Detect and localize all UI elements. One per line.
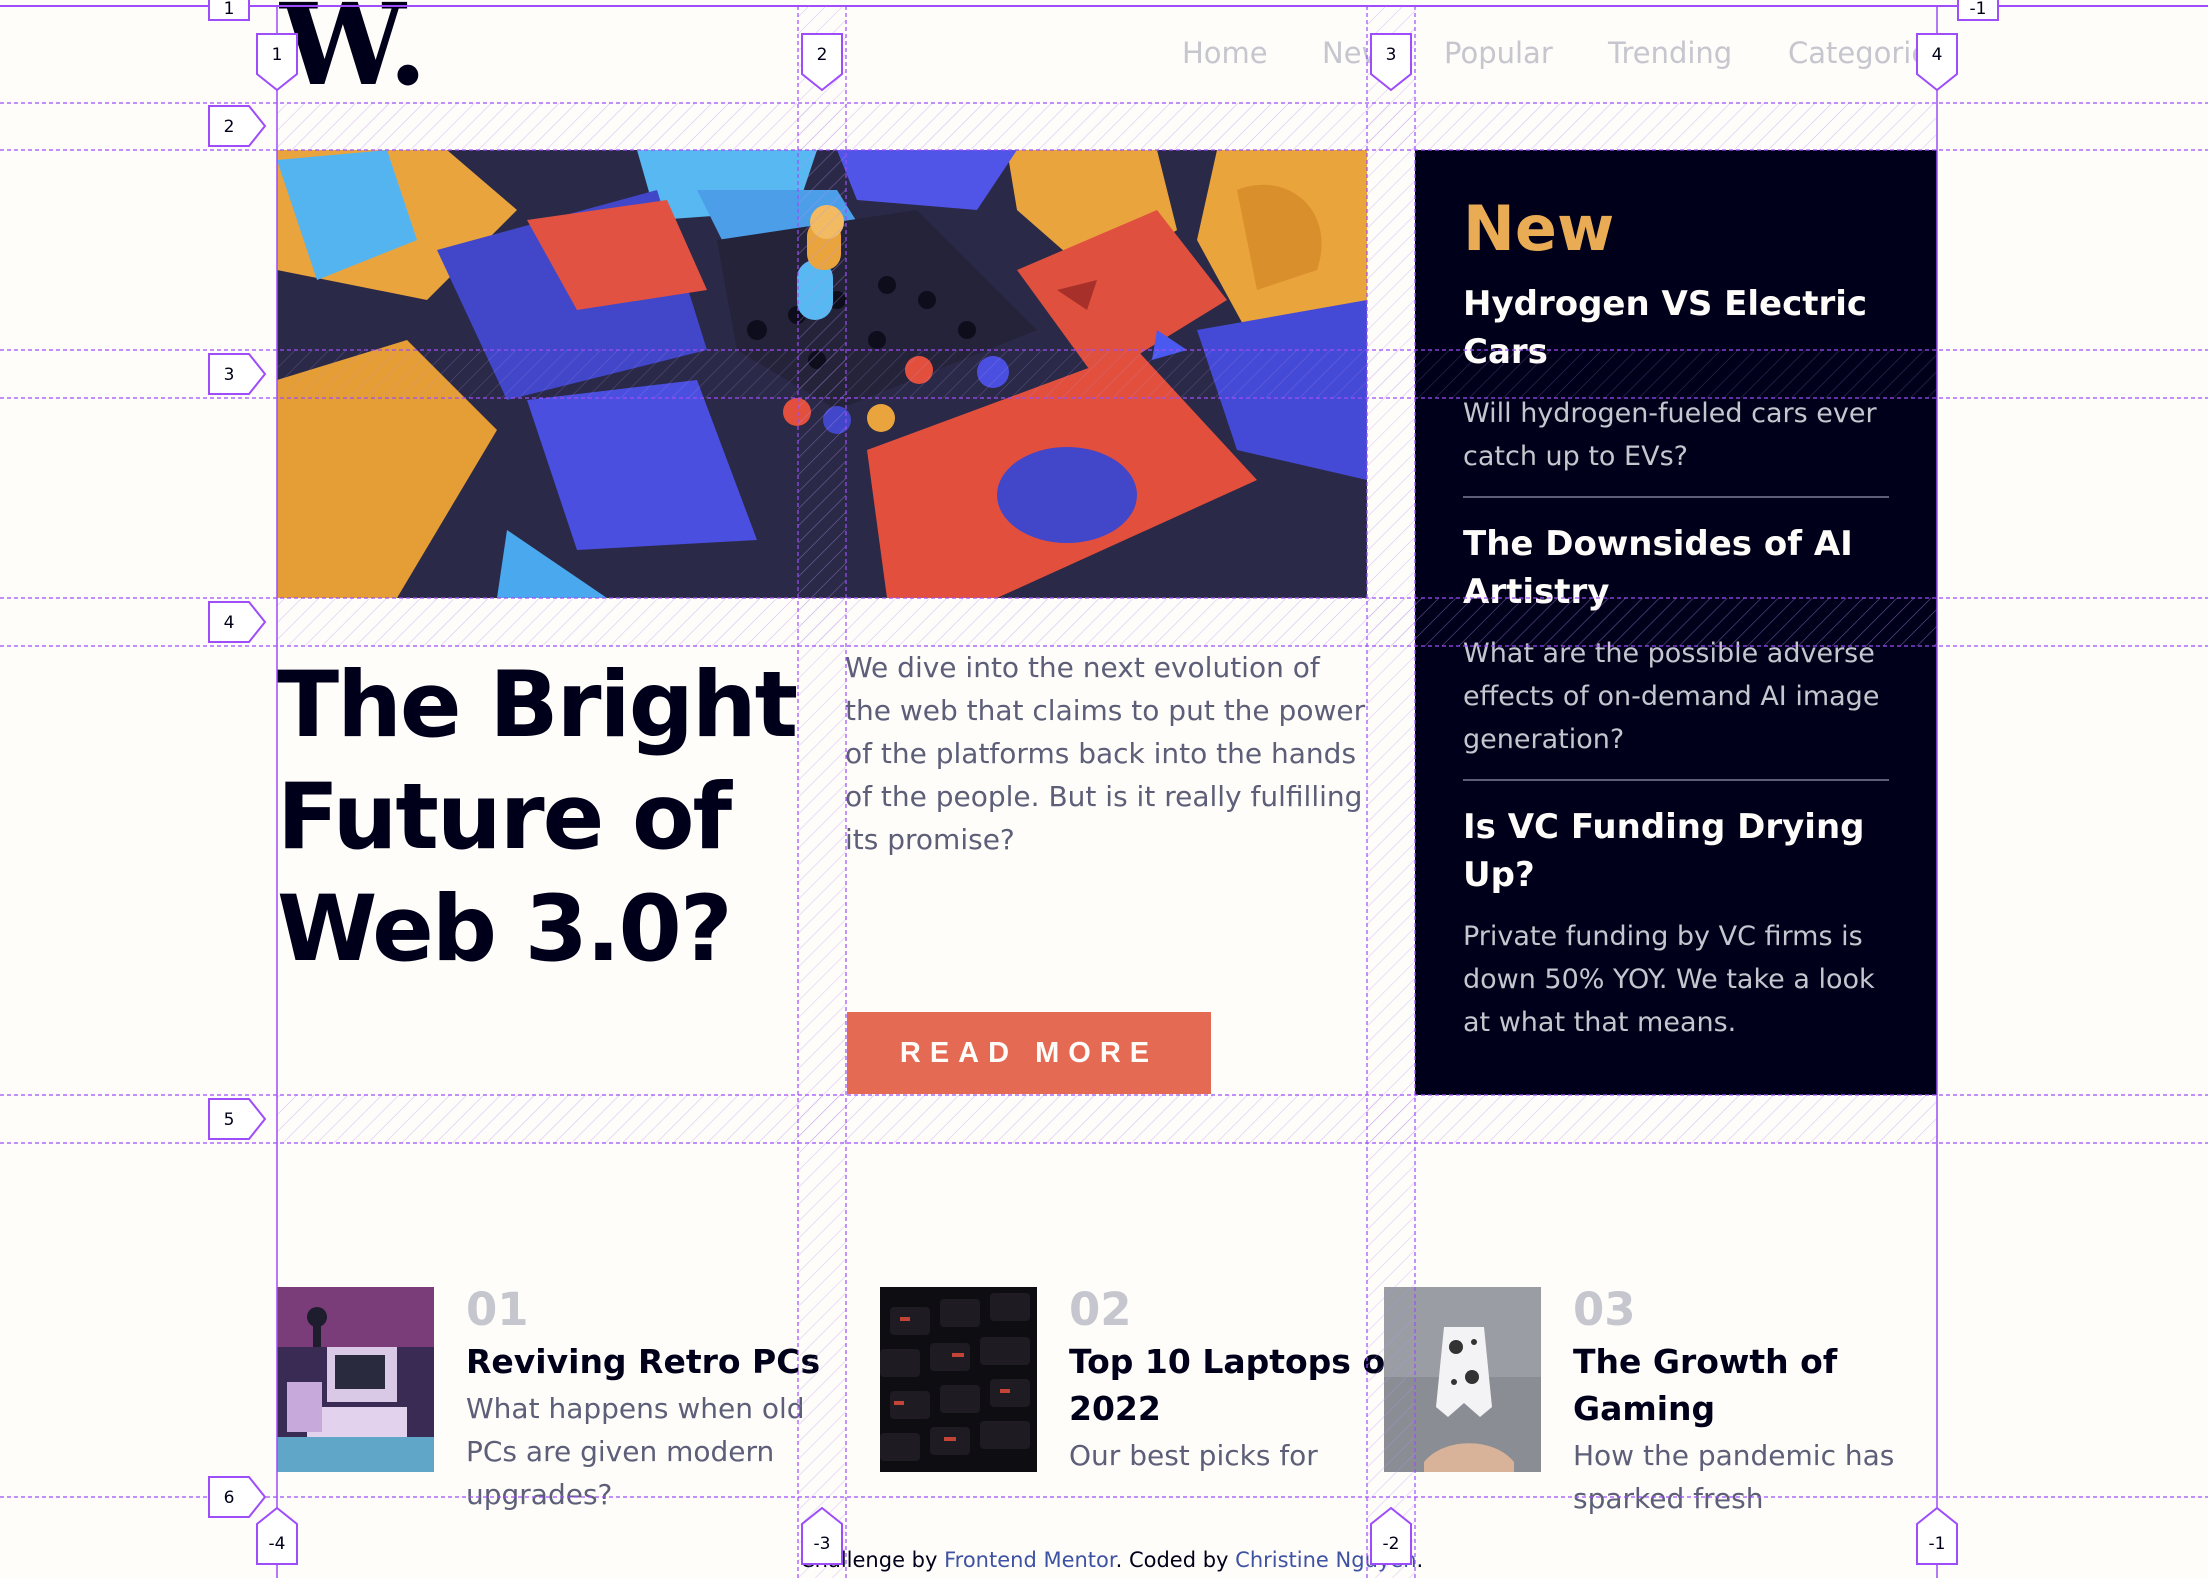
new-article-desc: What are the possible adverse effects of… xyxy=(1463,638,1880,755)
nav-item-trending[interactable]: Trending xyxy=(1608,36,1732,70)
grid-row-label: 4 xyxy=(224,613,235,633)
read-more-button[interactable]: READ MORE xyxy=(847,1012,1211,1094)
card-title[interactable]: Top 10 Laptops of 2022 xyxy=(1069,1338,1429,1432)
new-article-title[interactable]: The Downsides of AI Artistry xyxy=(1463,520,1889,616)
grid-neg-col-label: -1 xyxy=(1929,1534,1946,1554)
grid-neg-col-label: -4 xyxy=(269,1534,286,1554)
site-logo[interactable]: W. xyxy=(280,0,427,102)
grid-top-marker: 1 xyxy=(224,0,235,19)
card-title[interactable]: The Growth of Gaming xyxy=(1573,1338,1933,1432)
grid-row-label: 2 xyxy=(224,117,235,137)
article-card: 02 Top 10 Laptops of 2022 Our best picks… xyxy=(1069,1287,1429,1477)
laptop-keyboard-thumbnail[interactable] xyxy=(880,1287,1037,1472)
attribution-prefix: Challenge by xyxy=(800,1548,945,1572)
grid-row-label: 6 xyxy=(224,1488,235,1508)
grid-col-label: 3 xyxy=(1386,45,1397,65)
nav-item-new[interactable]: New xyxy=(1322,36,1385,70)
new-article-item: Hydrogen VS Electric Cars Will hydrogen-… xyxy=(1463,280,1889,498)
article-card: 01 Reviving Retro PCs What happens when … xyxy=(466,1287,826,1516)
frontend-mentor-link[interactable]: Frontend Mentor xyxy=(944,1548,1116,1572)
grid-top-marker: -1 xyxy=(1970,0,1987,19)
retro-pcs-thumbnail[interactable] xyxy=(277,1287,434,1472)
hero-image xyxy=(277,150,1367,598)
card-desc: How the pandemic has sparked fresh xyxy=(1573,1439,1895,1515)
grid-col-label: 2 xyxy=(817,45,828,65)
card-desc: What happens when old PCs are given mode… xyxy=(466,1392,805,1511)
new-article-title[interactable]: Hydrogen VS Electric Cars xyxy=(1463,280,1889,376)
nav-item-popular[interactable]: Popular xyxy=(1444,36,1553,70)
hero-headline: The Bright Future of Web 3.0? xyxy=(277,653,798,982)
article-card: 03 The Growth of Gaming How the pandemic… xyxy=(1573,1287,1933,1520)
card-desc: Our best picks for xyxy=(1069,1439,1318,1472)
new-article-desc: Will hydrogen-fueled cars ever catch up … xyxy=(1463,398,1877,472)
new-article-desc: Private funding by VC firms is down 50% … xyxy=(1463,921,1875,1038)
new-article-title[interactable]: Is VC Funding Drying Up? xyxy=(1463,803,1889,899)
new-articles-panel: New Hydrogen VS Electric Cars Will hydro… xyxy=(1415,150,1937,1095)
card-number: 01 xyxy=(466,1283,529,1336)
hero-excerpt: We dive into the next evolution of the w… xyxy=(845,651,1366,856)
nav-item-categories[interactable]: Categories xyxy=(1788,36,1944,70)
grid-row-label: 3 xyxy=(224,365,235,385)
card-number: 03 xyxy=(1573,1283,1636,1336)
card-title[interactable]: Reviving Retro PCs xyxy=(466,1338,826,1385)
card-number: 02 xyxy=(1069,1283,1132,1336)
attribution-middle: . Coded by xyxy=(1115,1548,1236,1572)
new-panel-title: New xyxy=(1463,192,1615,265)
game-controller-thumbnail[interactable] xyxy=(1384,1287,1541,1472)
nav-item-home[interactable]: Home xyxy=(1182,36,1268,70)
attribution: Challenge by Frontend Mentor. Coded by C… xyxy=(800,1548,1423,1572)
attribution-suffix: . xyxy=(1416,1548,1424,1572)
new-article-item: The Downsides of AI Artistry What are th… xyxy=(1463,520,1889,781)
grid-row-label: 5 xyxy=(224,1110,235,1130)
author-link[interactable]: Christine Nguyen xyxy=(1235,1548,1416,1572)
new-article-item: Is VC Funding Drying Up? Private funding… xyxy=(1463,803,1889,1062)
